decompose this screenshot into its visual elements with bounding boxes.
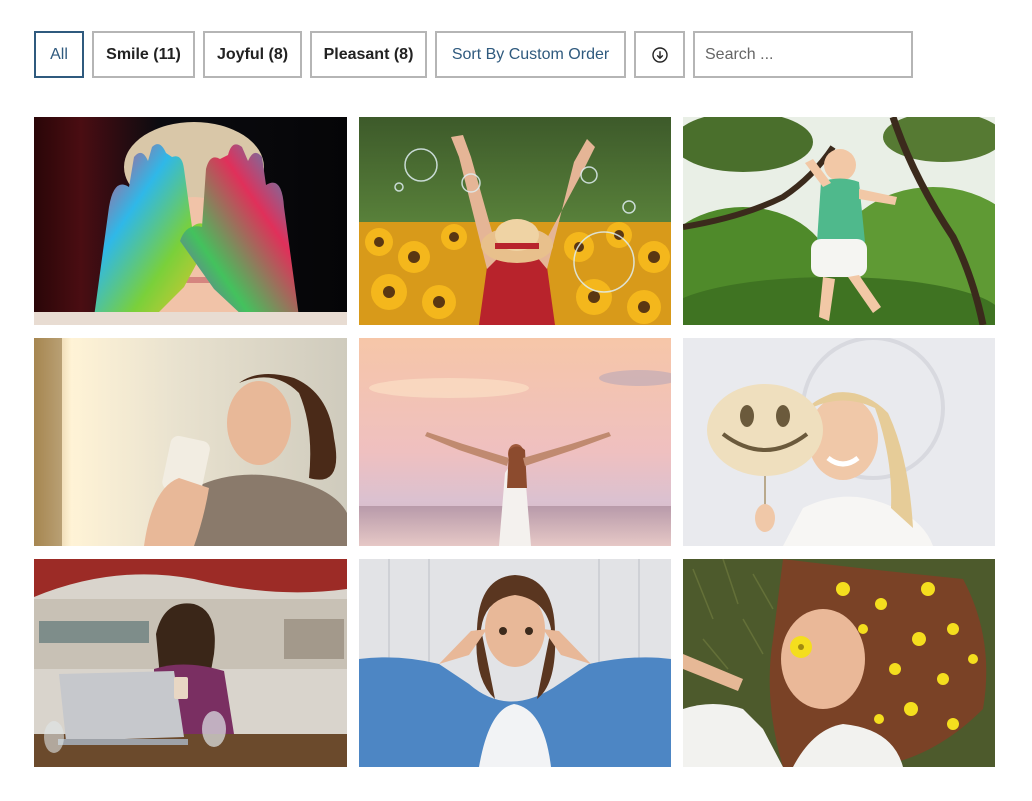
filter-all-button[interactable]: All [34,31,84,78]
gallery-item[interactable] [34,338,347,546]
smiley-balloon-photo [683,338,995,546]
filter-toolbar: All Smile (11) Joyful (8) Pleasant (8) S… [34,31,913,78]
filter-pleasant-button[interactable]: Pleasant (8) [310,31,427,78]
sort-order-button[interactable]: Sort By Custom Order [435,31,626,78]
arrow-down-circle-icon [651,46,668,63]
gallery-item[interactable] [683,338,995,546]
gallery-item[interactable] [34,559,347,767]
baby-jumping-photo [683,117,995,325]
photo-gallery [34,117,996,767]
woman-laptop-cafe-photo [34,559,347,767]
sort-direction-button[interactable] [634,31,685,78]
flowers-hair-photo [683,559,995,767]
gallery-item[interactable] [34,117,347,325]
gallery-item[interactable] [359,117,671,325]
painted-hands-photo [34,117,347,325]
gallery-item[interactable] [359,338,671,546]
filter-joyful-button[interactable]: Joyful (8) [203,31,302,78]
woman-coffee-photo [34,338,347,546]
gallery-item[interactable] [683,117,995,325]
search-input[interactable] [693,31,913,78]
filter-smile-button[interactable]: Smile (11) [92,31,195,78]
gallery-item[interactable] [683,559,995,767]
gallery-item[interactable] [359,559,671,767]
sunset-beach-photo [359,338,671,546]
peace-sign-photo [359,559,671,767]
gallery-page: All Smile (11) Joyful (8) Pleasant (8) S… [0,0,1032,801]
sunflower-field-photo [359,117,671,325]
